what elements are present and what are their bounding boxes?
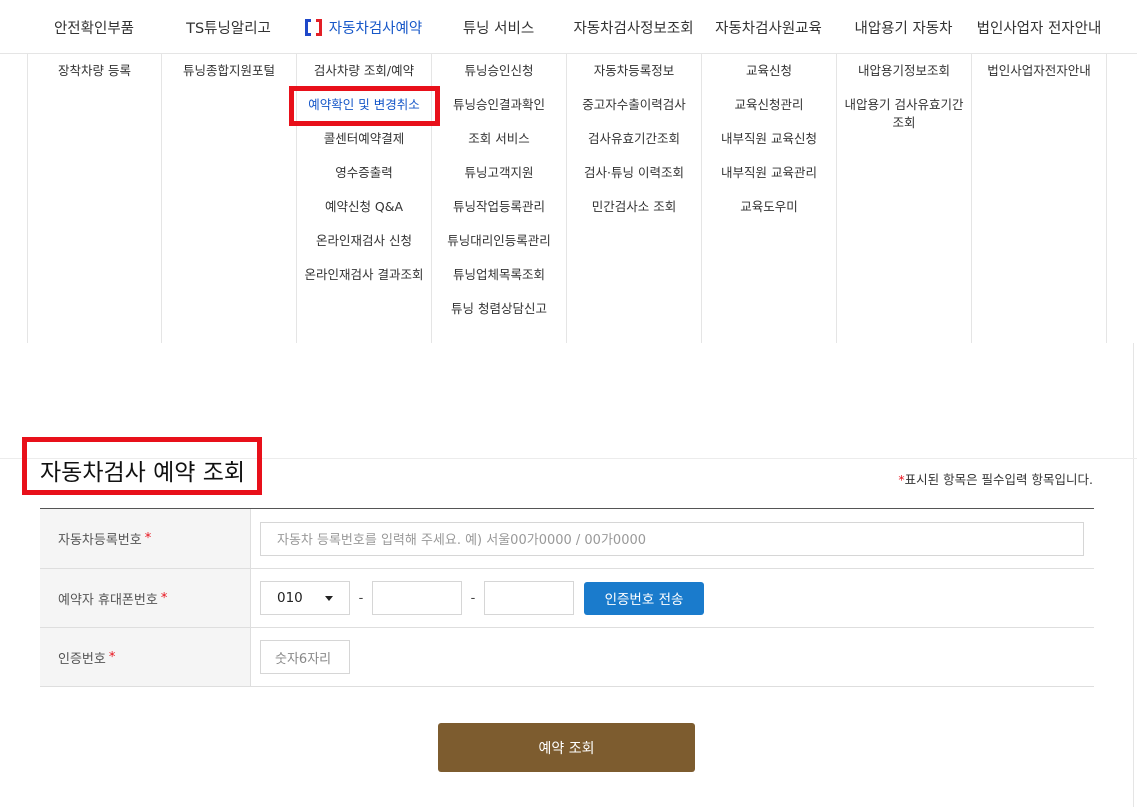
reservation-lookup-form: 자동차등록번호 * 자동차 등록번호를 입력해 주세요. 예) 서울00가0000… [40,508,1094,687]
code-value-cell: 숫자6자리 [251,628,1094,686]
phone-label: 예약자 휴대폰번호 * [40,569,251,627]
phone-separator: - [358,590,364,606]
registration-number-input[interactable]: 자동차 등록번호를 입력해 주세요. 예) 서울00가0000 / 00가000… [260,521,1084,556]
tab-label: 튜닝 서비스 [462,20,535,37]
menu-item[interactable]: 튜닝고객지원 [432,164,566,198]
tab-corporate-notice[interactable]: 법인사업자 전자안내 [971,0,1107,54]
menu-item[interactable]: 내부직원 교육관리 [702,164,836,198]
menu-item[interactable]: 콜센터예약결제 [297,130,431,164]
menu-item[interactable]: 교육도우미 [702,198,836,232]
menu-column-ts-tuning: 튜닝종합지원포털 [161,54,296,343]
menu-item-reservation-change-cancel[interactable]: 예약확인 및 변경취소 [297,96,431,130]
menu-item[interactable]: 장착차량 등록 [28,62,161,96]
menu-item[interactable]: 내압용기 검사유효기간 조회 [837,96,971,132]
phone-middle-input[interactable] [372,581,462,615]
tab-inspection-reservation[interactable]: 자동차검사예약 [296,0,431,54]
menu-item[interactable]: 검사·튜닝 이력조회 [567,164,701,198]
tab-inspection-info[interactable]: 자동차검사정보조회 [566,0,701,54]
mega-menu: 장착차량 등록 튜닝종합지원포털 검사차량 조회/예약 예약확인 및 변경취소 … [0,54,1137,343]
menu-item[interactable]: 온라인재검사 신청 [297,232,431,266]
menu-item[interactable]: 예약신청 Q&A [297,198,431,232]
page-edge [1133,343,1134,807]
reservation-lookup-button[interactable]: 예약 조회 [438,723,695,772]
phone-value-cell: 010 - - 인증번호 전송 [251,569,1094,627]
tab-label: 자동차검사정보조회 [573,20,694,37]
menu-item[interactable]: 튜닝종합지원포털 [162,62,296,96]
menu-column-corporate: 법인사업자전자안내 [971,54,1107,343]
form-row-registration: 자동차등록번호 * 자동차 등록번호를 입력해 주세요. 예) 서울00가0000… [40,509,1094,569]
code-label: 인증번호 * [40,628,251,686]
menu-item[interactable]: 튜닝대리인등록관리 [432,232,566,266]
menu-item[interactable]: 법인사업자전자안내 [972,62,1106,96]
menu-item[interactable]: 내부직원 교육신청 [702,130,836,164]
phone-prefix-select[interactable]: 010 [260,581,350,615]
menu-item[interactable]: 자동차등록정보 [567,62,701,96]
menu-item[interactable]: 검사유효기간조회 [567,130,701,164]
menu-column-reservation: 검사차량 조회/예약 예약확인 및 변경취소 콜센터예약결제 영수증출력 예약신… [296,54,431,343]
menu-item[interactable]: 민간검사소 조회 [567,198,701,232]
menu-item[interactable]: 튜닝작업등록관리 [432,198,566,232]
top-navigation: 안전확인부품 TS튜닝알리고 자동차검사예약 튜닝 서비스 자동차검사정보조회 … [0,0,1137,54]
menu-item[interactable]: 내압용기정보조회 [837,62,971,96]
menu-item[interactable]: 영수증출력 [297,164,431,198]
label-text: 자동차등록번호 [58,533,142,548]
menu-column-pressure-vessel: 내압용기정보조회 내압용기 검사유효기간 조회 [836,54,971,343]
tab-label: 내압용기 자동차 [854,20,953,37]
tab-label: 자동차검사예약 [328,20,423,37]
required-star: * [160,590,168,606]
menu-column-safety-parts: 장착차량 등록 [27,54,161,343]
menu-item[interactable]: 튜닝승인신청 [432,62,566,96]
registration-label: 자동차등록번호 * [40,509,251,568]
phone-separator: - [470,590,476,606]
tab-safety-parts[interactable]: 안전확인부품 [27,0,161,54]
menu-column-education: 교육신청 교육신청관리 내부직원 교육신청 내부직원 교육관리 교육도우미 [701,54,836,343]
label-text: 인증번호 [58,651,106,667]
tab-pressure-vessel[interactable]: 내압용기 자동차 [836,0,971,54]
chevron-down-icon [325,595,333,601]
menu-item[interactable]: 튜닝 청렴상담신고 [432,300,566,334]
menu-item[interactable]: 조회 서비스 [432,130,566,164]
form-row-code: 인증번호 * 숫자6자리 [40,628,1094,687]
tab-label: 안전확인부품 [53,20,135,37]
verification-code-input[interactable]: 숫자6자리 [260,640,350,674]
select-value: 010 [277,590,303,606]
phone-last-input[interactable] [484,581,574,615]
label-text: 예약자 휴대폰번호 [58,592,158,608]
send-code-button[interactable]: 인증번호 전송 [584,581,704,615]
ts-logo-icon [304,18,322,36]
required-note-text: 표시된 항목은 필수입력 항목입니다. [904,472,1093,487]
menu-item[interactable]: 튜닝업체목록조회 [432,266,566,300]
tab-label: 법인사업자 전자안내 [976,20,1102,37]
menu-column-tuning-service: 튜닝승인신청 튜닝승인결과확인 조회 서비스 튜닝고객지원 튜닝작업등록관리 튜… [431,54,566,343]
menu-item[interactable]: 중고자수출이력검사 [567,96,701,130]
required-star: * [144,531,152,546]
required-note: *표시된 항목은 필수입력 항목입니다. [898,469,1093,488]
menu-column-inspection-info: 자동차등록정보 중고자수출이력검사 검사유효기간조회 검사·튜닝 이력조회 민간… [566,54,701,343]
tab-inspector-education[interactable]: 자동차검사원교육 [701,0,836,54]
form-row-phone: 예약자 휴대폰번호 * 010 - - 인증번호 전송 [40,569,1094,628]
tab-tuning-service[interactable]: 튜닝 서비스 [431,0,566,54]
required-star: * [108,649,116,665]
menu-item[interactable]: 튜닝승인결과확인 [432,96,566,130]
menu-item[interactable]: 온라인재검사 결과조회 [297,266,431,300]
menu-item[interactable]: 교육신청관리 [702,96,836,130]
menu-item[interactable]: 검사차량 조회/예약 [297,62,431,96]
tab-ts-tuning[interactable]: TS튜닝알리고 [161,0,296,54]
menu-item[interactable]: 교육신청 [702,62,836,96]
page-title: 자동차검사 예약 조회 [40,460,246,486]
registration-value-cell: 자동차 등록번호를 입력해 주세요. 예) 서울00가0000 / 00가000… [251,509,1094,568]
tab-label: 자동차검사원교육 [715,20,822,37]
tab-label: TS튜닝알리고 [186,20,271,37]
